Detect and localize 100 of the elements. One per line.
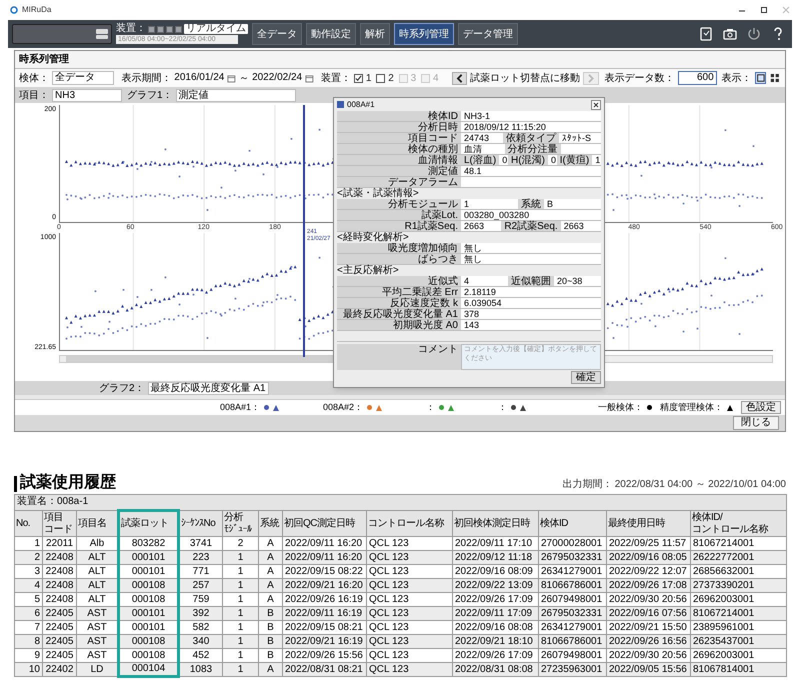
field-value: 2663 (461, 221, 502, 231)
popup-title: 008A#1 (347, 99, 375, 110)
column-header: 初回検体測定日時 (452, 510, 538, 536)
field-label: 測定値 (337, 166, 461, 176)
field-label: 反応速度定数 k (337, 298, 461, 308)
column-header: 分析 (224, 512, 243, 524)
device-label: 装置： (116, 24, 146, 34)
field-label: 試薬Lot. (337, 210, 461, 220)
item-label: 項目： (19, 88, 49, 102)
legend-label: ： (426, 400, 435, 414)
field-value: 143 (461, 320, 601, 330)
column-header: 最終使用日時 (606, 510, 690, 536)
field-label: 検体の種別 (337, 144, 461, 154)
table-cell: 2022/08/31 08:08 (452, 662, 538, 676)
field-label: 分析分注量 (504, 144, 560, 154)
field-label: R1試薬Seq. (337, 221, 461, 231)
field-value: 無し (461, 243, 601, 253)
field-value: 1 (592, 155, 602, 165)
device-number: 2 (388, 72, 394, 86)
column-header: コントロール名称 (692, 524, 768, 536)
data-count-label: 表示データ数： (604, 72, 675, 86)
field-value: 2018/09/12 11:15:20 (461, 122, 601, 132)
legend-label: 008A#1： (220, 400, 260, 414)
column-header: コード (44, 524, 72, 536)
specimen-label: 検体： (19, 72, 49, 86)
lot-switch-label: 試薬ロット切替点に移動 (470, 72, 580, 86)
field-label: コメント (337, 344, 461, 370)
column-header: 検体ID/ (692, 512, 722, 524)
column-header: 初回QC測定日時 (282, 510, 366, 536)
column-header: ﾓｼﾞｭｰﾙ (224, 524, 252, 536)
field-value: 6.039054 (461, 298, 601, 308)
legend-label: 一般検体： (598, 400, 643, 414)
table-cell: 1083 (178, 662, 222, 676)
table-cell: 1 (222, 662, 258, 676)
field-value: 2.18119 (461, 287, 601, 297)
field-value: 1 (461, 199, 518, 209)
column-header: No. (14, 510, 42, 536)
field-value: 48.1 (461, 166, 601, 176)
view-label: 表示： (722, 72, 752, 86)
report-title: 試薬使用履歴 (20, 474, 116, 492)
field-label: 分析日時 (337, 122, 461, 132)
section-heading: <主反応解析> (337, 265, 400, 276)
table-cell: 2022/09/05 15:56 (606, 662, 690, 676)
field-label: データアラーム (337, 177, 461, 187)
table-cell: 27235963001 (538, 662, 606, 676)
field-value: ｽﾀｯﾄ-S (559, 133, 601, 143)
legend-label: 008A#2： (322, 400, 363, 414)
column-header: 試薬ロット (118, 510, 178, 536)
period-label: 表示期間： (121, 72, 172, 86)
column-header: 項目 (44, 512, 63, 524)
legend-label: ： (498, 400, 507, 414)
output-period-label: 出力期間： (562, 478, 613, 492)
output-period: 2022/08/31 04:00 ～ 2022/10/01 04:00 (614, 478, 786, 492)
field-label: L(溶血) (461, 155, 500, 165)
field-label: 近似範囲 (508, 276, 554, 286)
range-separator: ～ (239, 72, 250, 86)
column-header: 検体ID (538, 510, 606, 536)
field-label: 依頼タイプ (503, 133, 559, 143)
device-number: 1 (366, 72, 372, 86)
field-value: 20~38 (554, 276, 601, 286)
table-cell: 2022/08/31 08:21 (282, 662, 366, 676)
field-label: 検体ID (337, 111, 461, 121)
panel-title: 時系列管理 (19, 52, 69, 67)
field-value: NH3-1 (461, 111, 601, 121)
graph2-label: グラフ2： (99, 382, 145, 396)
field-value: B (544, 199, 601, 209)
field-value: 0 (499, 155, 508, 165)
column-header: コントロール名称 (366, 510, 452, 536)
section-heading: <試薬・試薬情報> (337, 188, 420, 199)
field-label: H(混濁) (508, 155, 548, 165)
field-label: 吸光度増加傾向 (337, 243, 461, 253)
field-value: 378 (461, 309, 601, 319)
field-label: 分析モジュール (337, 199, 461, 209)
field-value: 血清 (461, 144, 504, 154)
device-name-cell: 装置名：008a-1 (14, 494, 787, 510)
device-label: 装置： (320, 72, 351, 86)
table-cell: A (258, 662, 282, 676)
column-header: 項目名 (76, 510, 118, 536)
field-value: 2663 (560, 221, 602, 231)
legend-label: 精度管理検体： (660, 400, 723, 414)
column-header: ｼｰｹﾝｽNo (178, 510, 222, 536)
field-value: 24743 (461, 133, 503, 143)
field-label: 近似式 (337, 276, 461, 286)
field-label: 系統 (518, 199, 544, 209)
field-label: R2試薬Seq. (501, 221, 561, 231)
field-label: ばらつき (337, 254, 461, 264)
field-label: 血清情報 (337, 155, 461, 165)
field-label: 項目コード (337, 133, 461, 143)
device-number: 4 (432, 72, 438, 86)
table-cell: QCL 123 (366, 662, 452, 676)
section-heading: <経時変化解析> (337, 232, 409, 243)
table-cell: 000104 (118, 662, 178, 676)
table-cell: LD (76, 662, 118, 676)
device-number: 3 (410, 72, 416, 86)
column-header: 系統 (258, 510, 282, 536)
field-label: 平均二乗誤差 Err (337, 287, 461, 297)
field-value: 003280_003280 (461, 210, 601, 220)
graph1-label: グラフ1： (127, 88, 173, 102)
table-cell: 81067814001 (690, 662, 787, 676)
field-label: 初期吸光度 A0 (337, 320, 461, 330)
